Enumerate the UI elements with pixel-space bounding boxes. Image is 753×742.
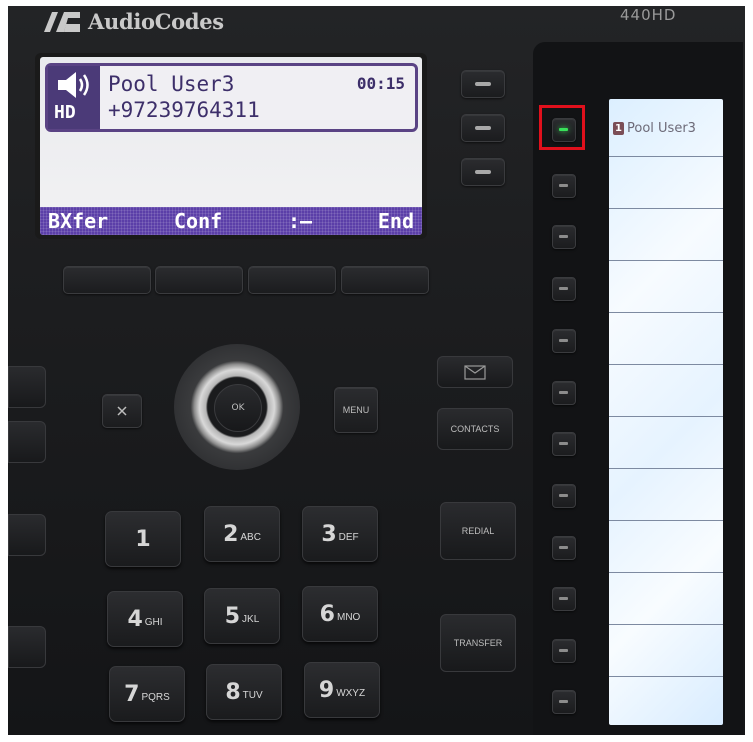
- blf-entry-index: 1: [613, 122, 624, 135]
- blf-divider: [609, 312, 723, 313]
- softkey-button-4[interactable]: [341, 266, 429, 294]
- key-digit: 8: [225, 679, 241, 705]
- key-digit: 6: [319, 601, 335, 627]
- blf-key-12[interactable]: [552, 690, 576, 714]
- blf-divider: [609, 676, 723, 677]
- softkey-button-1[interactable]: [63, 266, 151, 294]
- call-type-badge: HD: [48, 66, 100, 129]
- key-letters: ABC: [240, 531, 261, 543]
- key-digit: 9: [318, 677, 335, 703]
- speaker-icon: [58, 72, 89, 98]
- menu-button[interactable]: MENU: [334, 387, 378, 433]
- line-key-1[interactable]: [461, 70, 505, 98]
- blf-entry-1: 1 Pool User3: [613, 121, 696, 136]
- model-label: 440HD: [620, 6, 677, 24]
- ip-phone: AudioCodes 440HD HD Pool User3 +97239764…: [8, 6, 745, 735]
- blf-key-5[interactable]: [552, 329, 576, 353]
- blf-display: 1 Pool User3: [609, 99, 723, 725]
- side-button-2[interactable]: [8, 421, 46, 463]
- key-letters: DEF: [338, 531, 359, 543]
- key-digit: 5: [224, 603, 241, 629]
- softkey-button-2[interactable]: [155, 266, 243, 294]
- ok-button[interactable]: OK: [214, 384, 262, 432]
- keypad-key-8[interactable]: 8 TUV: [206, 664, 282, 720]
- blf-key-8[interactable]: [552, 484, 576, 508]
- keypad-key-6[interactable]: 6 MNO: [302, 586, 378, 642]
- blf-divider: [609, 624, 723, 625]
- caller-name: Pool User3: [108, 72, 235, 96]
- blf-divider: [609, 416, 723, 417]
- blf-key-7[interactable]: [552, 432, 576, 456]
- blf-divider: [609, 156, 723, 157]
- blf-divider: [609, 520, 723, 521]
- line-key-2[interactable]: [461, 114, 505, 142]
- key-letters: JKL: [242, 613, 260, 625]
- blf-key-highlight: [539, 105, 585, 150]
- key-digit: 2: [223, 521, 239, 547]
- key-letters: TUV: [242, 689, 263, 701]
- blf-key-6[interactable]: [552, 381, 576, 405]
- transfer-button[interactable]: TRANSFER: [440, 614, 516, 672]
- key-digit: 4: [127, 606, 143, 632]
- keypad-key-2[interactable]: 2 ABC: [204, 506, 280, 562]
- blf-key-2[interactable]: [552, 174, 576, 198]
- softkey-bxfer[interactable]: BXfer: [48, 209, 108, 233]
- key-letters: WXYZ: [336, 687, 366, 699]
- blf-entry-label: Pool User3: [627, 121, 696, 136]
- messages-button[interactable]: [437, 356, 513, 388]
- blf-divider: [609, 572, 723, 573]
- blf-divider: [609, 208, 723, 209]
- cancel-button[interactable]: [102, 394, 142, 428]
- headset-button[interactable]: [8, 626, 46, 668]
- close-icon: [117, 406, 127, 416]
- keypad-key-9[interactable]: 9 WXYZ: [304, 662, 380, 718]
- side-button-3[interactable]: [8, 514, 46, 556]
- keypad-key-4[interactable]: 4 GHI: [107, 591, 183, 647]
- blf-key-11[interactable]: [552, 639, 576, 663]
- key-letters: MNO: [336, 611, 361, 623]
- blf-divider: [609, 260, 723, 261]
- hd-badge: HD: [54, 102, 76, 123]
- active-call-card: HD Pool User3 +97239764311 00:15: [45, 63, 418, 132]
- softkey-button-3[interactable]: [248, 266, 336, 294]
- blf-key-4[interactable]: [552, 277, 576, 301]
- side-button-1[interactable]: [8, 366, 46, 408]
- main-display: HD Pool User3 +97239764311 00:15 BXfer C…: [35, 53, 427, 239]
- line-key-3[interactable]: [461, 158, 505, 186]
- call-timer: 00:15: [356, 74, 405, 93]
- key-digit: 1: [135, 526, 151, 552]
- blf-key-3[interactable]: [552, 225, 576, 249]
- keypad-key-1[interactable]: 1: [105, 511, 181, 567]
- contacts-button[interactable]: CONTACTS: [437, 408, 513, 450]
- blf-key-9[interactable]: [552, 536, 576, 560]
- display-screen: HD Pool User3 +97239764311 00:15 BXfer C…: [40, 57, 422, 235]
- blf-key-10[interactable]: [552, 587, 576, 611]
- softkey-more-icon[interactable]: :—: [288, 209, 312, 233]
- key-digit: 3: [321, 521, 337, 547]
- softkey-end[interactable]: End: [378, 209, 414, 233]
- redial-button[interactable]: REDIAL: [440, 502, 516, 560]
- keypad-key-7[interactable]: 7 PQRS: [109, 666, 185, 722]
- blf-divider: [609, 364, 723, 365]
- keypad-key-5[interactable]: 5 JKL: [204, 588, 280, 644]
- keypad-key-3[interactable]: 3 DEF: [302, 506, 378, 562]
- brand-name: AudioCodes: [88, 8, 224, 34]
- softkey-bar: BXfer Conf :— End: [40, 207, 422, 235]
- key-letters: GHI: [144, 616, 163, 628]
- envelope-icon: [464, 364, 486, 380]
- audiocodes-logo-icon: [44, 12, 80, 32]
- key-letters: PQRS: [141, 691, 170, 703]
- caller-number: +97239764311: [108, 98, 260, 122]
- softkey-conf[interactable]: Conf: [174, 209, 222, 233]
- blf-divider: [609, 468, 723, 469]
- key-digit: 7: [124, 681, 140, 707]
- brand-logo: AudioCodes: [42, 8, 224, 34]
